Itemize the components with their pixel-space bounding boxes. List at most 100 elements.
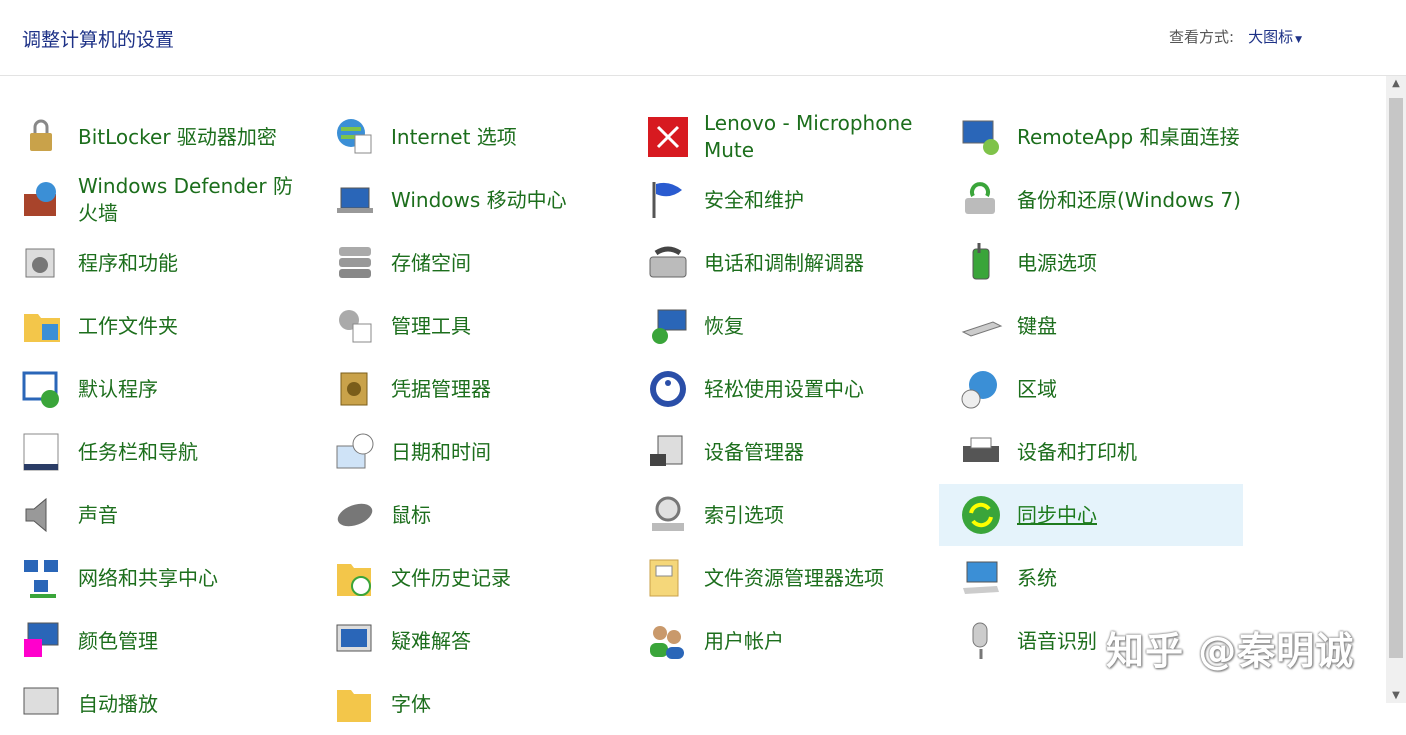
control-panel-item-label: RemoteApp 和桌面连接 <box>1017 124 1240 149</box>
control-panel-item-label: 文件历史记录 <box>391 565 511 590</box>
default-programs-icon <box>20 367 64 411</box>
control-panel-item[interactable]: 自动播放 <box>0 673 304 735</box>
control-panel-item-label: 网络和共享中心 <box>78 565 218 590</box>
device-manager-icon <box>646 430 690 474</box>
storage-icon <box>333 241 377 285</box>
control-panel-item[interactable]: 文件资源管理器选项 <box>626 547 930 609</box>
scroll-thumb[interactable] <box>1389 98 1403 658</box>
control-panel-item[interactable]: 安全和维护 <box>626 169 930 231</box>
header: 调整计算机的设置 查看方式: 大图标 ▼ <box>0 0 1406 76</box>
security-flag-icon <box>646 178 690 222</box>
control-panel-item-label: 颜色管理 <box>78 628 158 653</box>
control-panel-item-label: 任务栏和导航 <box>78 439 198 464</box>
control-panel-item-label: 存储空间 <box>391 250 471 275</box>
mouse-icon <box>333 493 377 537</box>
printer-icon <box>959 430 1003 474</box>
region-icon <box>959 367 1003 411</box>
control-panel-item[interactable]: 鼠标 <box>313 484 617 546</box>
control-panel-item[interactable]: 默认程序 <box>0 358 304 420</box>
control-panel-item-label: Windows Defender 防火墙 <box>78 174 293 225</box>
speech-recognition-icon <box>959 619 1003 663</box>
recovery-icon <box>646 304 690 348</box>
control-panel-item[interactable]: 电源选项 <box>939 232 1243 294</box>
control-panel-item-label: 日期和时间 <box>391 439 491 464</box>
power-icon <box>959 241 1003 285</box>
scroll-up-arrow-icon[interactable]: ▲ <box>1386 78 1406 89</box>
control-panel-item[interactable]: Windows 移动中心 <box>313 169 617 231</box>
control-panel-item-label: BitLocker 驱动器加密 <box>78 124 277 149</box>
indexing-icon <box>646 493 690 537</box>
control-panel-item-label: 声音 <box>78 502 118 527</box>
control-panel-item[interactable]: 日期和时间 <box>313 421 617 483</box>
work-folders-icon <box>20 304 64 348</box>
control-panel-item[interactable]: Lenovo - Microphone Mute <box>626 106 930 168</box>
file-history-icon <box>333 556 377 600</box>
control-panel-item-label: Internet 选项 <box>391 124 517 149</box>
ease-of-access-icon <box>646 367 690 411</box>
vertical-scrollbar[interactable]: ▲ ▼ <box>1386 76 1406 703</box>
control-panel-item[interactable]: RemoteApp 和桌面连接 <box>939 106 1243 168</box>
control-panel-item-label: Windows 移动中心 <box>391 187 567 212</box>
control-panel-item-label: 轻松使用设置中心 <box>704 376 864 401</box>
control-panel-item-label: 系统 <box>1017 565 1057 590</box>
control-panel-item[interactable]: 设备管理器 <box>626 421 930 483</box>
control-panel-item[interactable]: 颜色管理 <box>0 610 304 672</box>
control-panel-item[interactable]: 键盘 <box>939 295 1243 357</box>
network-icon <box>20 556 64 600</box>
control-panel-item[interactable]: 设备和打印机 <box>939 421 1243 483</box>
control-panel-item-label: Lenovo - Microphone Mute <box>704 111 913 162</box>
control-panel-item-label: 设备和打印机 <box>1017 439 1137 464</box>
control-panel-item[interactable]: 电话和调制解调器 <box>626 232 930 294</box>
control-panel-item-label: 安全和维护 <box>704 187 804 212</box>
internet-options-icon <box>333 115 377 159</box>
control-panel-item-label: 索引选项 <box>704 502 784 527</box>
control-panel-item[interactable]: 区域 <box>939 358 1243 420</box>
control-panel-item-label: 默认程序 <box>78 376 158 401</box>
phone-modem-icon <box>646 241 690 285</box>
control-panel-item-label: 同步中心 <box>1017 502 1097 527</box>
control-panel-item[interactable]: 工作文件夹 <box>0 295 304 357</box>
control-panel-item-label: 凭据管理器 <box>391 376 491 401</box>
mobility-center-icon <box>333 178 377 222</box>
control-panel-item-label: 备份和还原(Windows 7) <box>1017 187 1241 212</box>
microphone-mute-icon <box>646 115 690 159</box>
control-panel-item[interactable]: 网络和共享中心 <box>0 547 304 609</box>
control-panel-item[interactable]: 索引选项 <box>626 484 930 546</box>
control-panel-item-label: 语音识别 <box>1017 628 1097 653</box>
control-panel-item[interactable]: 管理工具 <box>313 295 617 357</box>
control-panel-item[interactable]: 恢复 <box>626 295 930 357</box>
backup-icon <box>959 178 1003 222</box>
scroll-down-arrow-icon[interactable]: ▼ <box>1386 690 1406 701</box>
view-by-value: 大图标 <box>1248 28 1294 46</box>
control-panel-item[interactable]: 疑难解答 <box>313 610 617 672</box>
color-management-icon <box>20 619 64 663</box>
control-panel-item-label: 键盘 <box>1017 313 1057 338</box>
control-panel-item[interactable]: 同步中心 <box>939 484 1243 546</box>
control-panel-item[interactable]: 存储空间 <box>313 232 617 294</box>
control-panel-item[interactable]: 凭据管理器 <box>313 358 617 420</box>
control-panel-item[interactable]: 文件历史记录 <box>313 547 617 609</box>
remoteapp-icon <box>959 115 1003 159</box>
control-panel-item-label: 文件资源管理器选项 <box>704 565 884 590</box>
control-panel-item[interactable]: 轻松使用设置中心 <box>626 358 930 420</box>
control-panel-item[interactable]: Windows Defender 防火墙 <box>0 169 304 231</box>
explorer-options-icon <box>646 556 690 600</box>
control-panel-item[interactable]: 用户帐户 <box>626 610 930 672</box>
control-panel-item[interactable]: Internet 选项 <box>313 106 617 168</box>
control-panel-item[interactable]: 字体 <box>313 673 617 735</box>
credential-icon <box>333 367 377 411</box>
control-panel-item[interactable]: 程序和功能 <box>0 232 304 294</box>
control-panel-item[interactable]: 声音 <box>0 484 304 546</box>
control-panel-item-label: 自动播放 <box>78 691 158 716</box>
view-by-dropdown[interactable]: 大图标 ▼ <box>1248 26 1302 47</box>
sound-icon <box>20 493 64 537</box>
control-panel-item[interactable]: 系统 <box>939 547 1243 609</box>
control-panel-item-label: 电话和调制解调器 <box>704 250 864 275</box>
control-panel-item-label: 管理工具 <box>391 313 471 338</box>
system-icon <box>959 556 1003 600</box>
sync-center-icon <box>959 493 1003 537</box>
control-panel-item[interactable]: 备份和还原(Windows 7) <box>939 169 1243 231</box>
control-panel-item[interactable]: BitLocker 驱动器加密 <box>0 106 304 168</box>
view-by-label: 查看方式: <box>1169 28 1235 46</box>
control-panel-item[interactable]: 任务栏和导航 <box>0 421 304 483</box>
